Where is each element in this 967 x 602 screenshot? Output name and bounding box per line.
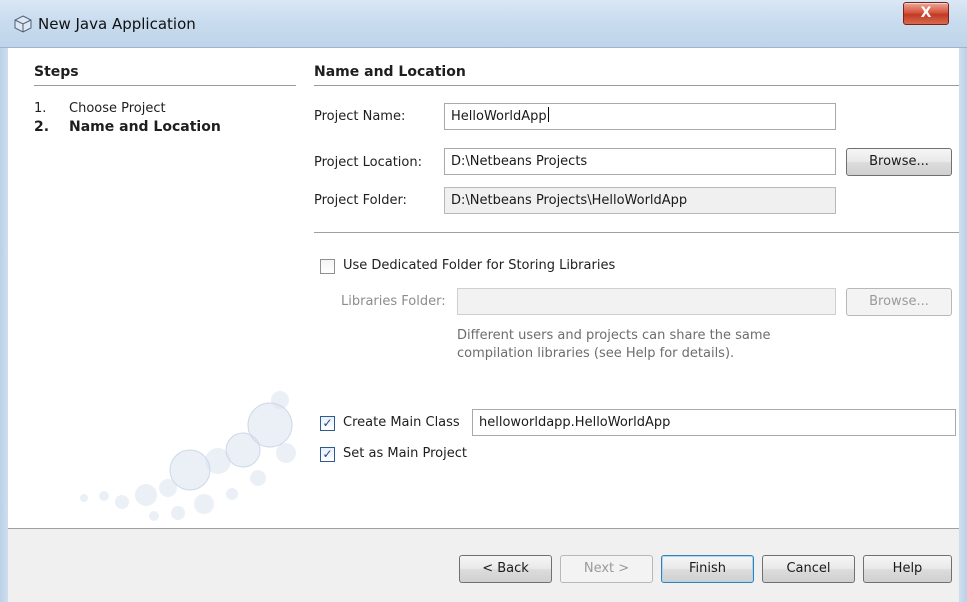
checkmark-icon: ✓ bbox=[322, 416, 333, 430]
next-button[interactable]: Next > bbox=[560, 555, 653, 583]
project-location-value: D:\Netbeans Projects bbox=[451, 154, 588, 169]
browse-libraries-button[interactable]: Browse... bbox=[846, 288, 952, 316]
step-number: 2. bbox=[34, 119, 50, 135]
step-name-and-location: 2. Name and Location bbox=[34, 119, 221, 135]
checkmark-icon: ✓ bbox=[322, 447, 333, 461]
close-icon: X bbox=[920, 5, 932, 21]
browse-location-button[interactable]: Browse... bbox=[846, 148, 952, 176]
section-divider bbox=[314, 85, 959, 86]
project-folder-value: D:\Netbeans Projects\HelloWorldApp bbox=[451, 193, 688, 208]
project-folder-field: D:\Netbeans Projects\HelloWorldApp bbox=[444, 187, 836, 214]
finish-button[interactable]: Finish bbox=[661, 555, 754, 583]
steps-panel: Steps 1. Choose Project 2. Name and Locati… bbox=[18, 58, 299, 528]
libraries-note-line-2: compilation libraries (see Help for deta… bbox=[457, 346, 735, 361]
window-frame-right bbox=[959, 48, 967, 602]
back-button[interactable]: < Back bbox=[459, 555, 552, 583]
set-main-project-checkbox[interactable]: ✓ bbox=[320, 447, 335, 462]
help-button[interactable]: Help bbox=[863, 555, 952, 583]
step-choose-project: 1. Choose Project bbox=[34, 101, 166, 116]
window-frame-left bbox=[0, 48, 8, 602]
dedicated-folder-label: Use Dedicated Folder for Storing Librari… bbox=[343, 258, 616, 273]
step-label: Choose Project bbox=[69, 101, 166, 116]
project-location-input[interactable]: D:\Netbeans Projects bbox=[444, 148, 836, 175]
main-class-input[interactable]: helloworldapp.HelloWorldApp bbox=[472, 409, 956, 436]
dedicated-folder-checkbox[interactable] bbox=[320, 259, 335, 274]
project-name-value: HelloWorldApp bbox=[451, 109, 547, 124]
close-button[interactable]: X bbox=[903, 2, 949, 25]
project-name-label: Project Name: bbox=[314, 109, 406, 124]
form-divider bbox=[314, 232, 959, 233]
step-label: Name and Location bbox=[69, 119, 221, 135]
window-title-bar: New Java Application X bbox=[0, 0, 967, 48]
libraries-folder-label: Libraries Folder: bbox=[341, 294, 446, 309]
steps-divider bbox=[34, 85, 296, 86]
libraries-help-note: Different users and projects can share t… bbox=[457, 327, 771, 363]
project-folder-label: Project Folder: bbox=[314, 193, 407, 208]
section-heading: Name and Location bbox=[314, 64, 466, 80]
set-main-project-label: Set as Main Project bbox=[343, 446, 467, 461]
project-name-input[interactable]: HelloWorldApp bbox=[444, 103, 836, 130]
create-main-class-checkbox[interactable]: ✓ bbox=[320, 416, 335, 431]
cancel-button[interactable]: Cancel bbox=[762, 555, 855, 583]
create-main-class-label: Create Main Class bbox=[343, 415, 460, 430]
libraries-folder-input[interactable] bbox=[457, 288, 836, 315]
main-class-value: helloworldapp.HelloWorldApp bbox=[479, 415, 671, 430]
text-caret bbox=[547, 107, 549, 122]
libraries-note-line-1: Different users and projects can share t… bbox=[457, 328, 771, 343]
steps-heading: Steps bbox=[34, 64, 79, 80]
project-location-label: Project Location: bbox=[314, 155, 422, 170]
window-title: New Java Application bbox=[38, 15, 196, 33]
step-number: 1. bbox=[34, 101, 47, 116]
netbeans-cube-icon bbox=[14, 15, 32, 33]
